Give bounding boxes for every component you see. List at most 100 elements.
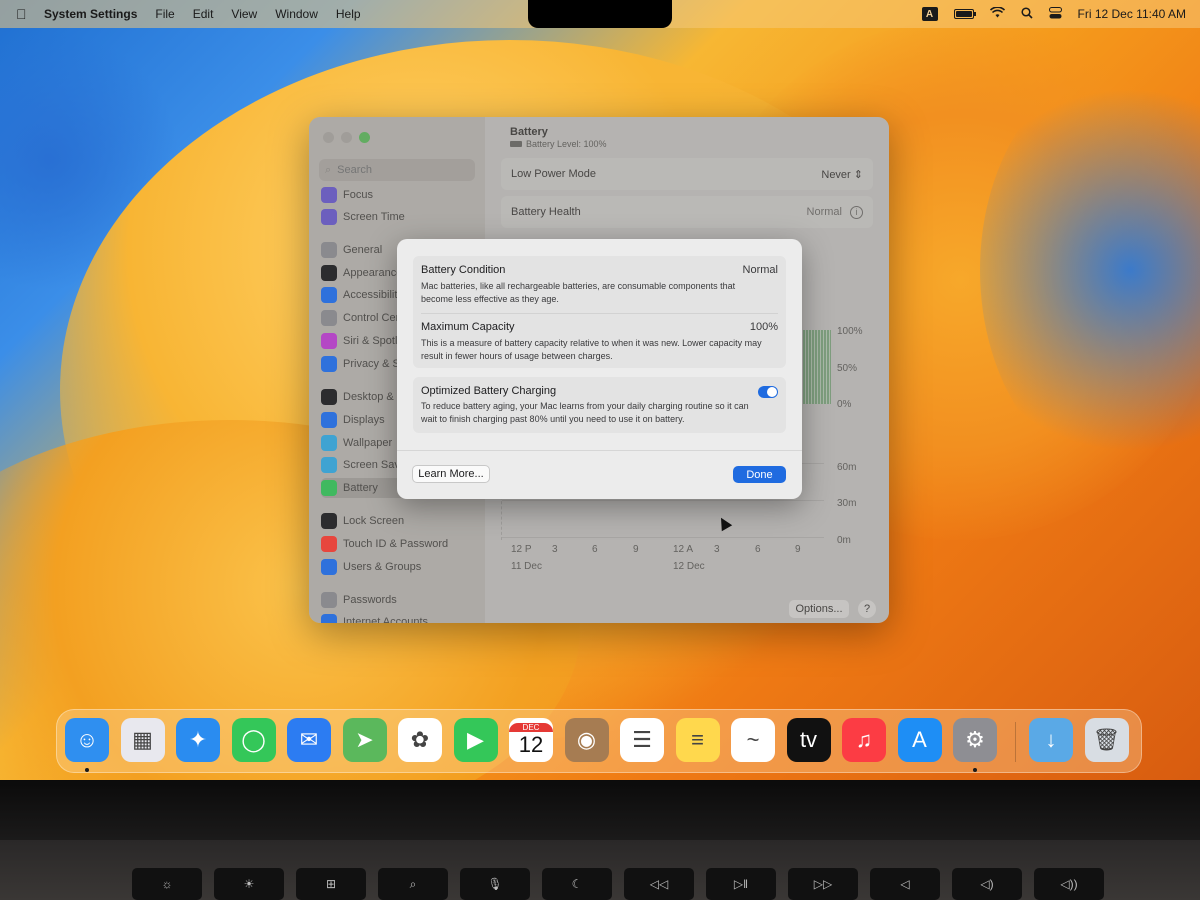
function-key[interactable]: 🎙 [460, 868, 530, 900]
learn-more-button[interactable]: Learn More... [412, 465, 490, 483]
battery-health-label: Battery Health [511, 206, 581, 218]
sidebar-item-label: General [343, 244, 383, 256]
minimize-window-button[interactable] [341, 132, 352, 143]
sidebar-item-label: Passwords [343, 594, 397, 606]
axis-time: 9 [795, 544, 801, 555]
maximum-capacity-value: 100% [749, 321, 778, 333]
function-key[interactable]: ◁) [952, 868, 1022, 900]
freeform-icon[interactable]: ~ [731, 718, 775, 762]
sidebar-item-passwords[interactable]: Passwords [321, 590, 479, 610]
messages-icon[interactable]: ◯ [231, 718, 276, 762]
contacts-icon[interactable]: ◉ [564, 718, 609, 762]
axis-time: 9 [633, 544, 639, 555]
battery-health-value: Normal [806, 205, 842, 218]
optimized-charging-toggle[interactable] [758, 386, 778, 398]
spotlight-search-icon[interactable] [1020, 6, 1033, 22]
function-key[interactable]: ⌕ [378, 868, 448, 900]
reminders-icon[interactable]: ☰ [620, 718, 664, 762]
sidebar-item-focus[interactable]: Focus [321, 185, 479, 205]
sidebar-item-touch-id-password[interactable]: Touch ID & Password [321, 534, 479, 554]
function-key[interactable]: ▷‖ [706, 868, 776, 900]
downloads-folder-icon[interactable]: ↓ [1029, 718, 1073, 762]
calendar-month: DEC [509, 722, 553, 732]
finder-icon[interactable]: ☺ [65, 718, 109, 762]
sidebar-item-screen-time[interactable]: Screen Time [321, 207, 479, 227]
sidebar-item-label: Users & Groups [343, 561, 422, 573]
clock-datetime[interactable]: Fri 12 Dec 11:40 AM [1078, 7, 1187, 21]
menu-view[interactable]: View [231, 7, 257, 21]
function-key[interactable]: ☼ [132, 868, 202, 900]
menu-window[interactable]: Window [275, 7, 318, 21]
maps-icon[interactable]: ➤ [342, 718, 387, 762]
optimized-charging-card: Optimized Battery Charging To reduce bat… [413, 377, 786, 433]
music-icon[interactable]: ♫ [842, 718, 886, 762]
launchpad-icon[interactable]: ▦ [120, 718, 165, 762]
tv-icon[interactable]: tv [786, 718, 831, 762]
sidebar-item-users-groups[interactable]: Users & Groups [321, 557, 479, 577]
system-settings-icon[interactable]: ⚙ [953, 718, 997, 762]
sidebar-item-lock-screen[interactable]: Lock Screen [321, 511, 479, 531]
launchpad-icon-glyph: ▦ [132, 727, 153, 752]
notes-icon[interactable]: ≡ [675, 718, 720, 762]
help-button[interactable]: ? [858, 600, 876, 618]
search-input[interactable] [337, 164, 458, 176]
app-menu[interactable]: System Settings [44, 7, 137, 21]
low-power-select[interactable]: Never ⇕ [821, 168, 863, 181]
running-indicator [85, 768, 89, 772]
function-key[interactable]: ⊞ [296, 868, 366, 900]
battery-icon [321, 480, 337, 496]
function-key[interactable]: ☾ [542, 868, 612, 900]
control-centre-icon[interactable] [1048, 6, 1062, 22]
menu-file[interactable]: File [155, 7, 174, 21]
trash-icon-glyph: 🗑 [1092, 727, 1121, 752]
apple-menu-icon[interactable]:  [16, 6, 30, 22]
app-store-icon[interactable]: A [897, 718, 942, 762]
notes-icon-glyph: ≡ [691, 727, 704, 752]
close-window-button[interactable] [323, 132, 334, 143]
function-key[interactable]: ◁◁ [624, 868, 694, 900]
info-icon[interactable]: i [850, 205, 863, 219]
sidebar-item-internet-accounts[interactable]: Internet Accounts [321, 612, 479, 623]
mail-icon[interactable]: ✉ [287, 718, 331, 762]
finder-icon-glyph: ☺ [75, 727, 99, 752]
function-key[interactable]: ◁)) [1034, 868, 1104, 900]
menu-help[interactable]: Help [336, 7, 361, 21]
function-key[interactable]: ▷▷ [788, 868, 858, 900]
sidebar-item-label: Accessibility [343, 289, 403, 301]
optimized-charging-title: Optimized Battery Charging [421, 385, 557, 397]
wallpaper-icon [321, 435, 337, 451]
app-store-icon-glyph: A [912, 727, 927, 752]
pane-title: Battery [510, 126, 548, 138]
axis-time: 6 [755, 544, 761, 555]
axis-time: 12 A [673, 544, 694, 555]
contacts-icon-glyph: ◉ [576, 727, 597, 752]
optimized-charging-desc: To reduce battery aging, your Mac learns… [421, 401, 749, 424]
battery-icon [510, 141, 522, 147]
input-source-badge[interactable]: A [921, 7, 938, 21]
battery-status-icon[interactable] [953, 9, 976, 19]
sidebar-search[interactable]: ⌕ [319, 159, 475, 181]
lock-icon [321, 513, 337, 529]
status-area: A Fri 12 Dec 11:40 AM [921, 0, 1187, 28]
menu-edit[interactable]: Edit [193, 7, 214, 21]
desktop:  System Settings File Edit View Window … [0, 0, 1200, 780]
trash-icon[interactable]: 🗑 [1084, 718, 1129, 762]
dock: ☺ ▦ ✦ ◯ ✉ ➤ ✿ ▶ DEC 12 ◉ ☰ ≡ ~ tv ♫ A ⚙ ↓ 🗑 [56, 709, 1142, 773]
dock-separator [1015, 722, 1016, 762]
wifi-icon[interactable] [989, 6, 1005, 21]
calendar-icon[interactable]: DEC 12 [509, 718, 553, 762]
system-settings-icon-glyph: ⚙ [965, 727, 985, 752]
zoom-window-button[interactable] [359, 132, 370, 143]
battery-condition-desc: Mac batteries, like all rechargeable bat… [421, 281, 736, 304]
facetime-icon[interactable]: ▶ [453, 718, 498, 762]
options-button[interactable]: Options... [789, 600, 849, 618]
done-button[interactable]: Done [733, 466, 786, 483]
battery-level-text: Battery Level: 100% [526, 139, 607, 149]
photos-icon[interactable]: ✿ [398, 718, 442, 762]
function-key[interactable]: ◁ [870, 868, 940, 900]
function-key[interactable]: ☀ [214, 868, 284, 900]
axis-min-30: 30m [837, 498, 857, 509]
mail-icon-glyph: ✉ [299, 727, 319, 752]
axis-pct-0: 0% [837, 399, 852, 410]
safari-icon[interactable]: ✦ [176, 718, 220, 762]
